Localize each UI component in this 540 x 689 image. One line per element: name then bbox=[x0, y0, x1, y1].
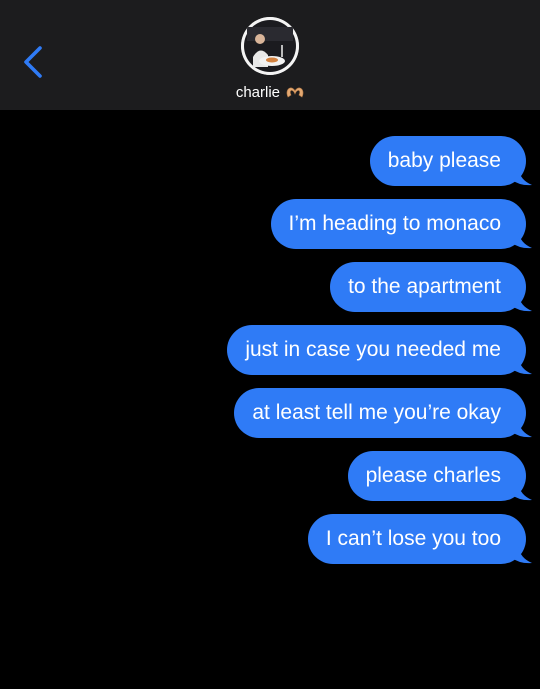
message-thread[interactable]: baby please I’m heading to monaco to the… bbox=[0, 110, 540, 689]
message-row: baby please bbox=[369, 136, 532, 186]
outgoing-message-bubble[interactable]: I’m heading to monaco bbox=[270, 199, 532, 249]
outgoing-message-bubble[interactable]: to the apartment bbox=[330, 262, 532, 312]
bubble-tail bbox=[512, 294, 532, 312]
conversation-header: charlie bbox=[0, 0, 540, 110]
bubble-tail bbox=[512, 357, 532, 375]
bubble-tail bbox=[512, 483, 532, 501]
message-row: please charles bbox=[347, 451, 532, 501]
message-row: I can’t lose you too bbox=[307, 514, 532, 564]
message-row: to the apartment bbox=[330, 262, 532, 312]
outgoing-message-bubble[interactable]: just in case you needed me bbox=[227, 325, 532, 375]
message-text: at least tell me you’re okay bbox=[252, 401, 501, 424]
outgoing-message-bubble[interactable]: at least tell me you’re okay bbox=[234, 388, 532, 438]
bubble-tail bbox=[512, 231, 532, 249]
contact-name-label: charlie bbox=[235, 84, 280, 102]
message-text: to the apartment bbox=[348, 275, 501, 298]
outgoing-message-bubble[interactable]: baby please bbox=[369, 136, 532, 186]
message-text: baby please bbox=[387, 149, 501, 172]
message-text: please charles bbox=[365, 464, 501, 487]
bubble-tail bbox=[512, 546, 532, 564]
message-text: I can’t lose you too bbox=[325, 527, 501, 550]
outgoing-message-bubble[interactable]: please charles bbox=[347, 451, 532, 501]
message-text: I’m heading to monaco bbox=[288, 212, 501, 235]
back-button[interactable] bbox=[14, 40, 54, 84]
message-row: at least tell me you’re okay bbox=[234, 388, 532, 438]
chevron-left-icon bbox=[24, 46, 42, 78]
bubble-tail bbox=[512, 420, 532, 438]
message-row: just in case you needed me bbox=[227, 325, 532, 375]
contact-name[interactable]: charlie bbox=[0, 84, 540, 102]
heart-hands-icon bbox=[286, 87, 304, 98]
outgoing-message-bubble[interactable]: I can’t lose you too bbox=[307, 514, 532, 564]
message-text: just in case you needed me bbox=[245, 338, 501, 361]
bubble-tail bbox=[512, 168, 532, 186]
avatar-photo bbox=[241, 17, 299, 75]
avatar[interactable] bbox=[241, 17, 299, 75]
message-row: I’m heading to monaco bbox=[270, 199, 532, 249]
